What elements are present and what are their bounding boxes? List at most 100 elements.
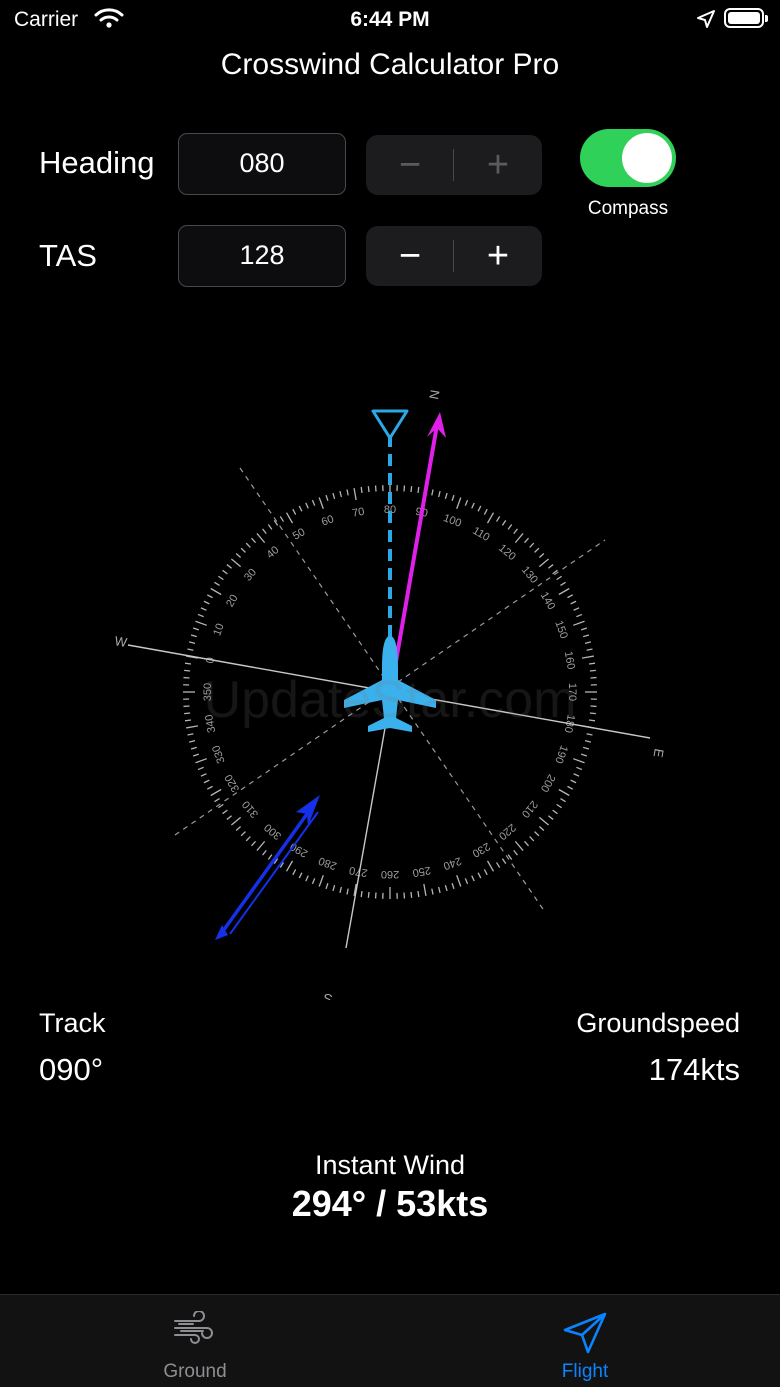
compass-tick — [256, 840, 266, 851]
compass-ring-label: 150 — [552, 619, 570, 640]
compass-toggle[interactable] — [580, 129, 676, 187]
compass-tick — [367, 891, 370, 898]
compass-tick — [524, 840, 529, 847]
compass-tick — [423, 883, 427, 896]
compass-tick — [298, 505, 303, 512]
compass-tick — [514, 840, 524, 851]
compass-tick — [346, 489, 349, 496]
compass-tick — [192, 627, 200, 631]
compass-tick — [464, 499, 469, 506]
compass-tick — [197, 766, 204, 771]
compass-tick — [437, 490, 441, 498]
compass-tick — [586, 648, 593, 651]
compass-tick — [195, 620, 207, 626]
compass-tick — [570, 600, 577, 605]
compass-tick — [581, 655, 594, 659]
tab-ground[interactable]: Ground — [0, 1295, 390, 1387]
compass-ring-label: 70 — [351, 506, 365, 520]
compass-tick — [529, 836, 535, 842]
status-time: 6:44 PM — [350, 8, 430, 31]
track-value: 090° — [39, 1052, 104, 1087]
compass-tick — [573, 773, 580, 777]
compass-tick — [353, 488, 357, 501]
compass-tick — [305, 875, 309, 882]
compass-ring-label: 340 — [203, 714, 218, 734]
compass-tick — [507, 524, 513, 530]
compass-tick — [570, 779, 577, 784]
track-label: Track — [39, 1008, 106, 1038]
tas-increment-button[interactable]: + — [454, 226, 542, 286]
compass-tick — [501, 520, 507, 526]
compass-tick — [256, 533, 266, 544]
compass-tick — [187, 733, 194, 736]
tab-flight-label: Flight — [561, 1361, 609, 1382]
compass-tick — [444, 885, 448, 892]
compass-tick — [311, 499, 316, 506]
compass-tick — [556, 803, 562, 809]
compass-tick — [267, 524, 273, 530]
compass-tick — [456, 497, 462, 509]
compass-tick — [192, 753, 200, 757]
compass-tick — [184, 719, 192, 722]
compass-tick — [588, 719, 596, 722]
compass-ring-label: 240 — [442, 854, 463, 872]
compass-tick — [292, 508, 297, 515]
compass-tick — [573, 620, 585, 626]
compass-tick — [464, 878, 469, 885]
compass-tick — [451, 494, 455, 502]
compass-tick — [222, 569, 228, 575]
compass-tick — [556, 575, 562, 581]
compass-tick — [222, 809, 228, 815]
compass-ring-label: 200 — [538, 772, 558, 794]
compass-tick — [538, 826, 545, 831]
compass-ring-label: 310 — [240, 798, 261, 820]
wind-triangle-dial: 8090100110120130140150160170180190200210… — [113, 389, 666, 1000]
compass-tick — [206, 785, 213, 790]
compass-tick — [251, 840, 256, 847]
tas-input[interactable]: 128 — [178, 225, 346, 287]
compass-tick — [538, 553, 545, 558]
compass-ring-label: 220 — [496, 821, 518, 842]
compass-tick — [200, 607, 207, 611]
tab-flight[interactable]: Flight — [390, 1295, 780, 1387]
heading-decrement-button[interactable]: − — [366, 135, 454, 195]
compass-tick — [588, 662, 596, 665]
compass-tick — [318, 497, 324, 509]
battery-icon — [724, 8, 768, 28]
compass-tick — [190, 746, 197, 750]
compass-tick — [367, 486, 370, 493]
compass-ring-label: 20 — [224, 593, 241, 610]
compass-tick — [444, 492, 448, 499]
compass-tick — [576, 613, 583, 618]
instant-wind-value: 294° / 53kts — [291, 1183, 489, 1224]
aircraft-icon — [344, 636, 436, 732]
south-axis-label: S — [322, 990, 333, 1000]
compass-tick — [410, 486, 413, 493]
compass-tick — [184, 662, 192, 665]
compass-tick — [206, 594, 213, 599]
compass-tick — [456, 875, 462, 887]
track-vector — [389, 412, 446, 691]
compass-tick — [235, 826, 242, 831]
compass-ring-label: 260 — [381, 868, 399, 880]
compass-tick — [584, 641, 592, 645]
compass-tick — [226, 815, 233, 820]
compass-tick — [187, 648, 194, 651]
compass-tick — [190, 634, 197, 638]
compass-tick — [558, 587, 570, 596]
heading-stepper: − + — [366, 135, 542, 195]
heading-input[interactable]: 080 — [178, 133, 346, 195]
compass-ring-label: 50 — [291, 526, 308, 543]
heading-increment-button[interactable]: + — [454, 135, 542, 195]
compass-tick — [524, 537, 529, 544]
compass-tick — [573, 607, 580, 611]
compass-tick — [529, 542, 535, 548]
compass-tick — [534, 547, 540, 553]
compass-tick — [305, 502, 309, 509]
compass-tick — [584, 739, 592, 743]
compass-tick — [471, 875, 475, 882]
compass-tick — [513, 528, 518, 535]
tas-decrement-button[interactable]: − — [366, 226, 454, 286]
compass-tick — [573, 758, 585, 764]
compass-tick — [567, 785, 574, 790]
